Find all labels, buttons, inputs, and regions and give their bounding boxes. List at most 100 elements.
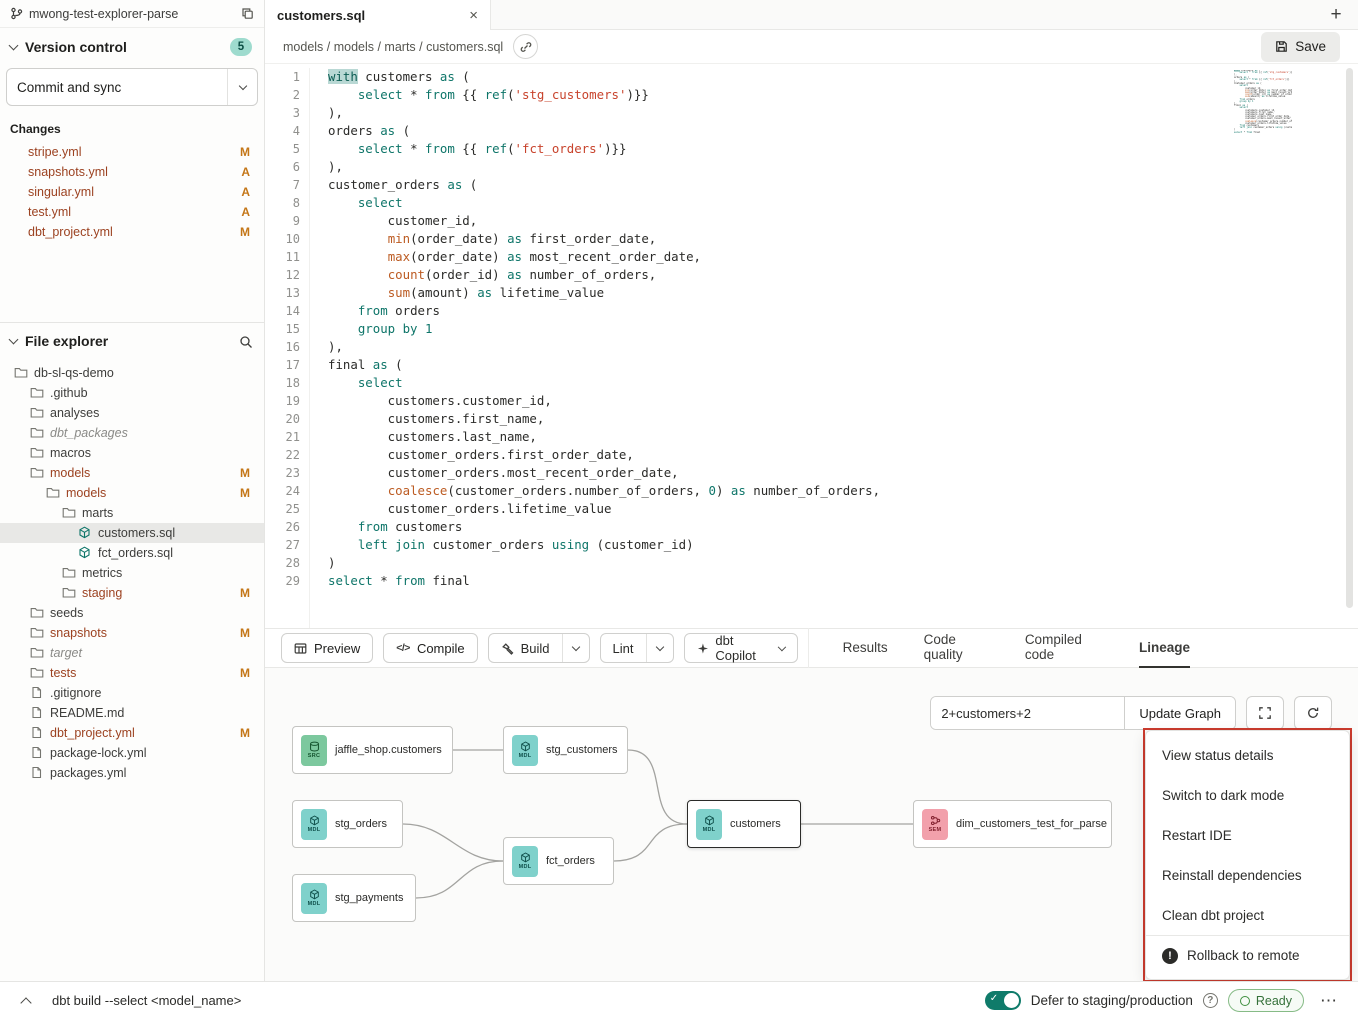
tree-item-dbt-packages[interactable]: dbt_packages — [0, 423, 264, 443]
file-explorer-header[interactable]: File explorer — [0, 323, 264, 357]
dbt-copilot-button[interactable]: dbt Copilot — [685, 634, 797, 662]
save-button[interactable]: Save — [1261, 32, 1340, 62]
tab-compiled-code[interactable]: Compiled code — [1025, 628, 1103, 668]
tree-item-tests[interactable]: testsM — [0, 663, 264, 683]
build-button[interactable]: Build — [489, 634, 562, 662]
lineage-panel[interactable]: SRCjaffle_shop.customers MDLstg_customers… — [265, 668, 1358, 981]
build-dropdown-button[interactable] — [562, 634, 589, 662]
tree-item-macros[interactable]: macros — [0, 443, 264, 463]
commit-dropdown-button[interactable] — [227, 69, 257, 105]
tree-item--gitignore[interactable]: .gitignore — [0, 683, 264, 703]
more-options-button[interactable]: ⋯ — [1314, 988, 1344, 1014]
tab-code-quality[interactable]: Code quality — [924, 628, 989, 668]
update-graph-button[interactable]: Update Graph — [1124, 697, 1235, 729]
folder-icon — [30, 466, 44, 480]
defer-toggle[interactable]: ✓ — [985, 991, 1021, 1010]
code-token: customers.customer_id, — [328, 393, 552, 408]
folder-icon — [30, 426, 44, 440]
tree-item-db-sl-qs-demo[interactable]: db-sl-qs-demo — [0, 363, 264, 383]
folder-icon — [14, 366, 28, 380]
menu-item-switch-to-dark-mode[interactable]: Switch to dark mode — [1146, 775, 1349, 815]
status-bar-right: ✓ Defer to staging/production ? Ready ⋯ — [985, 988, 1344, 1014]
help-icon[interactable]: ? — [1203, 993, 1218, 1008]
code-token: ( — [507, 87, 514, 102]
commit-and-sync-button[interactable]: Commit and sync — [6, 68, 258, 106]
mdl-badge-icon: MDL — [512, 846, 538, 877]
lint-dropdown-button[interactable] — [646, 634, 673, 662]
code-line: select * from final — [328, 572, 1358, 590]
git-branch-icon — [10, 7, 23, 20]
compile-button[interactable]: </> Compile — [383, 633, 477, 663]
expand-panel-button[interactable] — [14, 989, 38, 1013]
preview-button[interactable]: Preview — [281, 633, 373, 663]
change-item[interactable]: test.ymlA — [0, 202, 264, 222]
lineage-node-jaffle[interactable]: SRCjaffle_shop.customers — [292, 726, 453, 774]
tree-item-target[interactable]: target — [0, 643, 264, 663]
tree-item-metrics[interactable]: metrics — [0, 563, 264, 583]
tree-item-packages-yml[interactable]: packages.yml — [0, 763, 264, 783]
menu-item-clean-dbt-project[interactable]: Clean dbt project — [1146, 895, 1349, 935]
tree-item-seeds[interactable]: seeds — [0, 603, 264, 623]
lint-button[interactable]: Lint — [601, 634, 646, 662]
change-item[interactable]: snapshots.ymlA — [0, 162, 264, 182]
code-token: as — [507, 267, 522, 282]
tree-item-staging[interactable]: stagingM — [0, 583, 264, 603]
editor-scrollbar[interactable] — [1346, 68, 1353, 608]
tree-item-analyses[interactable]: analyses — [0, 403, 264, 423]
lineage-node-stg_payments[interactable]: MDLstg_payments — [292, 874, 416, 922]
tab-customers-sql[interactable]: customers.sql × — [265, 0, 491, 30]
status-label: Ready — [1256, 994, 1292, 1008]
tab-lineage[interactable]: Lineage — [1139, 628, 1190, 668]
lineage-node-stg_orders[interactable]: MDLstg_orders — [292, 800, 403, 848]
code-token: 1 — [425, 321, 432, 336]
code-token: as — [507, 231, 522, 246]
file-tree: db-sl-qs-demo.githubanalyses dbt_packages… — [0, 357, 264, 783]
menu-item-rollback-to-remote[interactable]: !Rollback to remote — [1146, 935, 1349, 975]
lint-label: Lint — [613, 641, 634, 656]
lineage-node-stg_customers[interactable]: MDLstg_customers — [503, 726, 628, 774]
tree-item-snapshots[interactable]: snapshotsM — [0, 623, 264, 643]
lineage-node-fct_orders[interactable]: MDLfct_orders — [503, 837, 614, 885]
tree-item-customers-sql[interactable]: customers.sql — [0, 523, 264, 543]
new-tab-button[interactable]: + — [1314, 0, 1358, 29]
tree-item--github[interactable]: .github — [0, 383, 264, 403]
tree-item-models[interactable]: modelsM — [0, 483, 264, 503]
code-editor[interactable]: 1234567891011121314151617181920212223242… — [265, 64, 1358, 628]
lineage-select-input[interactable] — [931, 697, 1124, 729]
version-control-header[interactable]: Version control 5 — [0, 28, 264, 64]
search-icon[interactable] — [239, 335, 252, 348]
tree-item-label: dbt_packages — [50, 426, 250, 440]
tree-item-fct-orders-sql[interactable]: fct_orders.sql — [0, 543, 264, 563]
tree-item-readme-md[interactable]: README.md — [0, 703, 264, 723]
change-item[interactable]: stripe.ymlM — [0, 142, 264, 162]
change-item[interactable]: dbt_project.ymlM — [0, 222, 264, 242]
code-line: ), — [328, 338, 1358, 356]
tree-item-label: customers.sql — [98, 526, 250, 540]
code-token: select — [358, 141, 403, 156]
tree-item-dbt-project-yml[interactable]: dbt_project.ymlM — [0, 723, 264, 743]
change-item[interactable]: singular.ymlA — [0, 182, 264, 202]
branch-row[interactable]: mwong-test-explorer-parse — [0, 0, 264, 28]
tab-results[interactable]: Results — [843, 628, 888, 668]
lineage-node-customers[interactable]: MDLcustomers — [687, 800, 801, 848]
tree-item-models[interactable]: modelsM — [0, 463, 264, 483]
line-number: 23 — [265, 464, 300, 482]
lineage-node-dim[interactable]: SEMdim_customers_test_for_parse — [913, 800, 1112, 848]
context-menu-highlight: View status detailsSwitch to dark modeRe… — [1143, 728, 1352, 981]
menu-item-reinstall-dependencies[interactable]: Reinstall dependencies — [1146, 855, 1349, 895]
code-token: left join — [358, 537, 425, 552]
code-content[interactable]: with customers as ( select * from {{ ref… — [309, 68, 1358, 628]
tree-item-package-lock-yml[interactable]: package-lock.yml — [0, 743, 264, 763]
close-tab-icon[interactable]: × — [469, 8, 478, 23]
menu-item-view-status-details[interactable]: View status details — [1146, 735, 1349, 775]
refresh-button[interactable] — [1294, 696, 1332, 730]
menu-item-restart-ide[interactable]: Restart IDE — [1146, 815, 1349, 855]
tree-item-marts[interactable]: marts — [0, 503, 264, 523]
fullscreen-button[interactable] — [1246, 696, 1284, 730]
line-number: 25 — [265, 500, 300, 518]
cli-command-text[interactable]: dbt build --select <model_name> — [52, 993, 241, 1008]
build-icon — [501, 642, 514, 655]
copy-icon[interactable] — [241, 7, 254, 20]
file-link-icon[interactable] — [513, 34, 538, 59]
folder-icon — [62, 566, 76, 580]
